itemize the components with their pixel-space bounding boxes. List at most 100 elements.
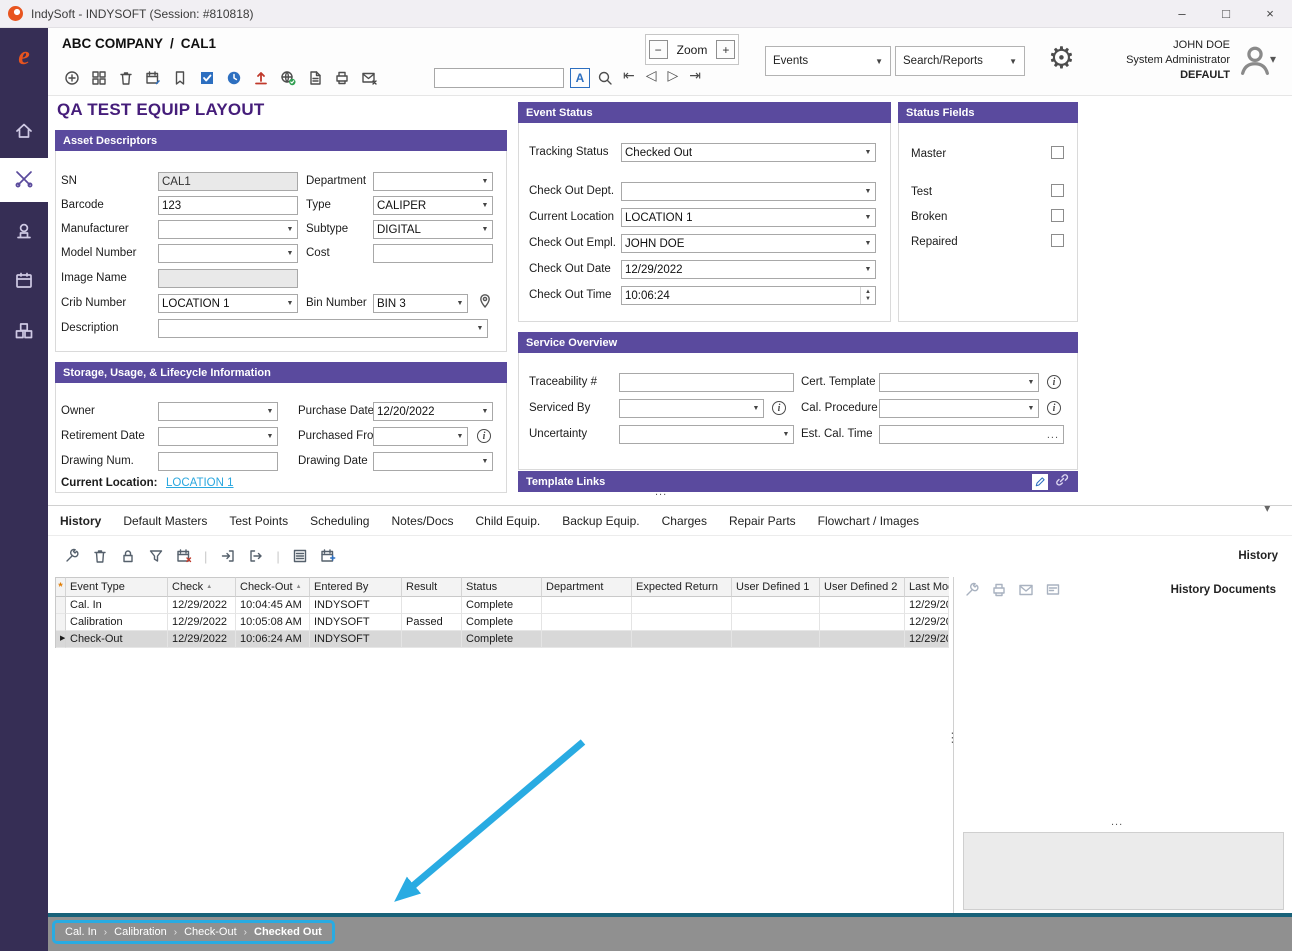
table-cell[interactable]: Complete [462, 614, 542, 631]
web-sync-icon[interactable] [278, 68, 298, 88]
cert-template-combo[interactable]: ▼ [879, 373, 1039, 392]
owner-combo[interactable]: ▼ [158, 402, 278, 421]
info-icon[interactable]: i [772, 401, 786, 415]
table-cell[interactable] [402, 597, 462, 614]
col-user-defined-1[interactable]: User Defined 1 [732, 577, 820, 597]
maximize-button[interactable]: □ [1204, 0, 1248, 28]
move-out-icon[interactable] [246, 547, 265, 566]
breadcrumb-company[interactable]: ABC COMPANY [62, 36, 163, 51]
purchased-from-combo[interactable]: ▼ [373, 427, 468, 446]
check-out-dept-combo[interactable]: ▼ [621, 182, 876, 201]
events-dropdown[interactable]: Events ▼ [765, 46, 891, 76]
user-menu-chevron-icon[interactable]: ▾ [1270, 52, 1276, 66]
sidebar-item-inventory[interactable] [0, 310, 48, 354]
col-entered-by[interactable]: Entered By [310, 577, 402, 597]
tab-child-equip[interactable]: Child Equip. [476, 514, 541, 528]
col-result[interactable]: Result [402, 577, 462, 597]
table-cell[interactable]: Check-Out [66, 631, 168, 648]
table-cell[interactable] [542, 597, 632, 614]
table-cell[interactable] [820, 614, 905, 631]
tracking-status-combo[interactable]: Checked Out▼ [621, 143, 876, 162]
link-icon[interactable] [1054, 472, 1070, 491]
sidebar-item-machines[interactable] [0, 210, 48, 254]
retirement-date-combo[interactable]: ▼ [158, 427, 278, 446]
table-cell[interactable] [632, 631, 732, 648]
table-cell[interactable]: 12/29/2022 [168, 631, 236, 648]
list-view-icon[interactable] [291, 547, 310, 566]
nav-first-icon[interactable]: ⇤ [623, 67, 635, 84]
es-current-location-combo[interactable]: LOCATION 1▼ [621, 208, 876, 227]
nav-next-icon[interactable]: ▷ [668, 67, 679, 84]
sidebar-item-home[interactable] [0, 110, 48, 154]
calendar-edit-icon[interactable] [143, 68, 163, 88]
test-checkbox[interactable] [1051, 184, 1064, 197]
sidebar-item-scheduling[interactable] [0, 260, 48, 304]
est-cal-time-field[interactable]: ... [879, 425, 1064, 444]
nav-last-icon[interactable]: ⇥ [689, 67, 701, 84]
table-cell[interactable]: 12/29/2022 [905, 631, 949, 648]
type-combo[interactable]: CALIPER▼ [373, 196, 493, 215]
table-cell[interactable]: Complete [462, 631, 542, 648]
check-out-date-combo[interactable]: 12/29/2022▼ [621, 260, 876, 279]
tab-test-points[interactable]: Test Points [229, 514, 288, 528]
zoom-out-button[interactable]: − [649, 40, 668, 59]
col-last-modified[interactable]: Last Modified [905, 577, 949, 597]
cost-field[interactable] [373, 244, 493, 263]
clock-icon[interactable] [224, 68, 244, 88]
tab-history[interactable]: History [60, 514, 101, 528]
approve-check-icon[interactable] [197, 68, 217, 88]
table-cell[interactable]: Complete [462, 597, 542, 614]
docs-ellipsis[interactable]: ... [1111, 816, 1123, 828]
drawing-date-combo[interactable]: ▼ [373, 452, 493, 471]
table-cell[interactable] [732, 597, 820, 614]
collapsed-panel-ellipsis[interactable]: ... [655, 486, 667, 498]
minimize-button[interactable]: – [1160, 0, 1204, 28]
cal-procedure-combo[interactable]: ▼ [879, 399, 1039, 418]
tab-flowchart-images[interactable]: Flowchart / Images [818, 514, 919, 528]
table-cell[interactable]: 12/29/2022 [905, 614, 949, 631]
bookmark-icon[interactable] [170, 68, 190, 88]
table-cell[interactable]: 12/29/2022 [168, 597, 236, 614]
table-cell[interactable]: INDYSOFT [310, 614, 402, 631]
serviced-by-combo[interactable]: ▼ [619, 399, 764, 418]
table-cell[interactable] [632, 614, 732, 631]
manufacturer-combo[interactable]: ▼ [158, 220, 298, 239]
tab-repair-parts[interactable]: Repair Parts [729, 514, 796, 528]
current-location-link[interactable]: LOCATION 1 [166, 477, 234, 489]
col-check-out[interactable]: Check-Out▲ [236, 577, 310, 597]
col-event-type[interactable]: Event Type [66, 577, 168, 597]
filter-icon[interactable] [146, 547, 165, 566]
delete-icon[interactable] [116, 68, 136, 88]
info-icon[interactable]: i [477, 429, 491, 443]
department-combo[interactable]: ▼ [373, 172, 493, 191]
gear-icon[interactable]: ⚙ [1048, 42, 1075, 76]
upload-icon[interactable] [251, 68, 271, 88]
print-icon[interactable] [332, 68, 352, 88]
toolbar-search-input[interactable] [434, 68, 564, 88]
col-expected-return[interactable]: Expected Return [632, 577, 732, 597]
table-cell[interactable]: INDYSOFT [310, 631, 402, 648]
broken-checkbox[interactable] [1051, 209, 1064, 222]
table-cell[interactable]: Passed [402, 614, 462, 631]
table-cell[interactable] [732, 614, 820, 631]
col-department[interactable]: Department [542, 577, 632, 597]
lock-icon[interactable] [118, 547, 137, 566]
info-icon[interactable]: i [1047, 375, 1061, 389]
table-cell[interactable]: Cal. In [66, 597, 168, 614]
add-record-icon[interactable] [62, 68, 82, 88]
model-number-combo[interactable]: ▼ [158, 244, 298, 263]
purchase-date-combo[interactable]: 12/20/2022▼ [373, 402, 493, 421]
location-pin-icon[interactable] [477, 293, 493, 312]
calendar-remove-icon[interactable] [174, 547, 193, 566]
col-user-defined-2[interactable]: User Defined 2 [820, 577, 905, 597]
table-cell[interactable]: 10:04:45 AM [236, 597, 310, 614]
sidebar-item-equipment-tools[interactable] [0, 158, 48, 202]
delete-icon[interactable] [90, 547, 109, 566]
spinner-arrows-icon[interactable]: ▲▼ [860, 287, 875, 304]
nav-prev-icon[interactable]: ◁ [646, 67, 657, 84]
repaired-checkbox[interactable] [1051, 234, 1064, 247]
close-button[interactable]: × [1248, 0, 1292, 28]
info-icon[interactable]: i [1047, 401, 1061, 415]
table-cell[interactable] [542, 614, 632, 631]
move-in-icon[interactable] [218, 547, 237, 566]
